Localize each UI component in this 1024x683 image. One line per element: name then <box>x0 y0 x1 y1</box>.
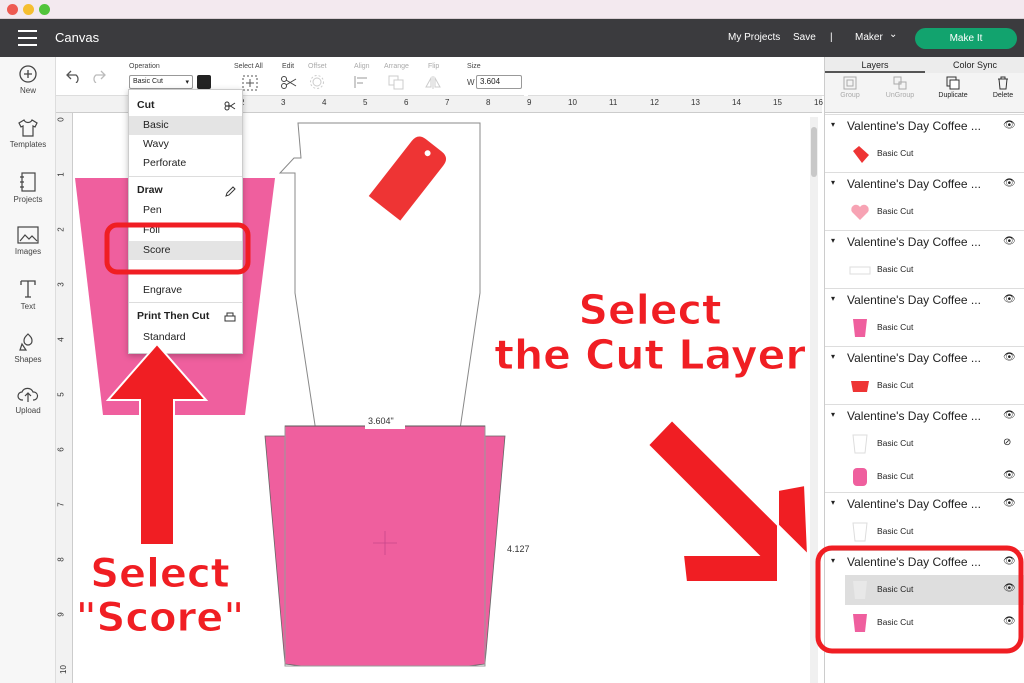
annotation-select-score: Select "Score" <box>75 551 245 641</box>
annotation-select-cut-layer: Select the Cut Layer <box>494 286 806 380</box>
cut-layer-highlight-box <box>815 545 1024 654</box>
down-right-arrow <box>646 418 810 583</box>
up-arrow <box>105 342 209 546</box>
score-highlight-box <box>104 222 251 275</box>
